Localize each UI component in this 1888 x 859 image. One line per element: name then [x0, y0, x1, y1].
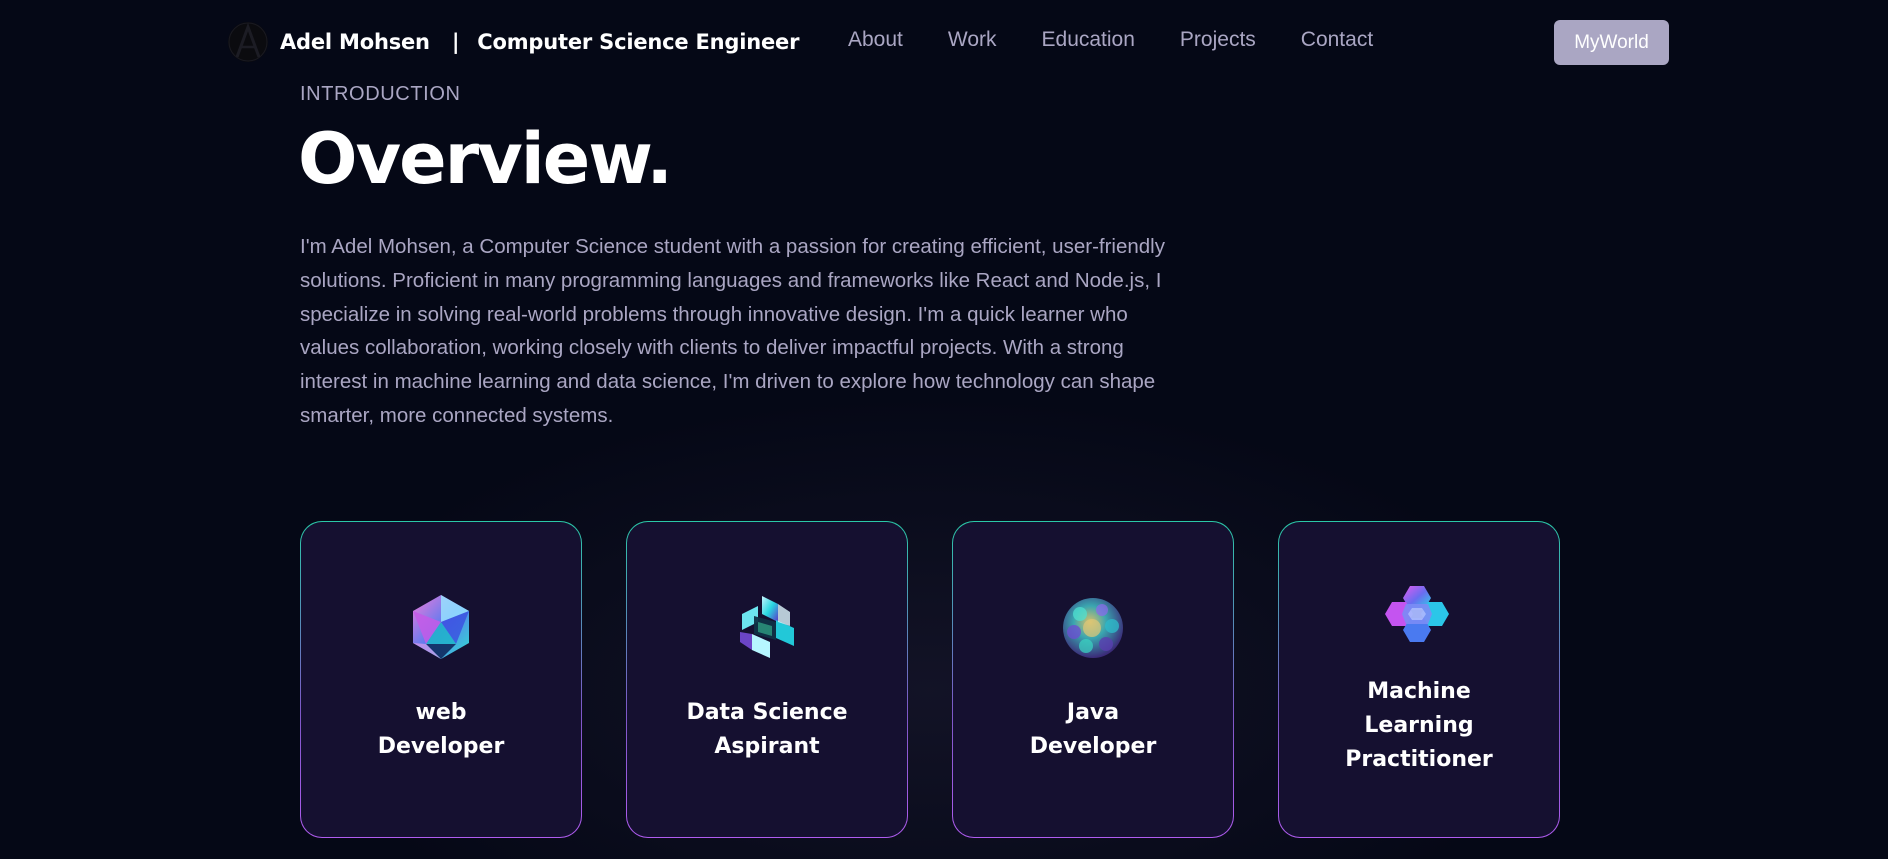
nav-link-education[interactable]: Education	[1042, 28, 1135, 52]
card-title: web Developer	[377, 700, 505, 759]
brand-name: Adel Mohsen	[280, 30, 430, 54]
service-card-data-science[interactable]: Data Science Aspirant	[626, 521, 908, 838]
service-card-java-developer[interactable]: Java Developer	[952, 521, 1234, 838]
card-body: Data Science Aspirant	[627, 522, 907, 837]
brand-link[interactable]: Adel Mohsen | Computer Science Engineer	[228, 22, 799, 62]
myworld-button[interactable]: MyWorld	[1554, 20, 1669, 65]
card-title: Data Science Aspirant	[686, 700, 848, 759]
card-body: web Developer	[301, 522, 581, 837]
portfolio-page: Adel Mohsen | Computer Science Engineer …	[0, 0, 1888, 859]
crystal-hexagon-cluster-icon	[1385, 586, 1449, 642]
letter-a-logo-icon	[228, 22, 268, 62]
brand-separator: |	[451, 30, 460, 54]
nav-link-contact[interactable]: Contact	[1301, 28, 1373, 52]
card-body: Machine Learning Practitioner	[1279, 522, 1559, 837]
crystal-cube-frame-icon	[740, 596, 794, 658]
navbar: Adel Mohsen | Computer Science Engineer …	[0, 0, 1888, 84]
service-card-machine-learning[interactable]: Machine Learning Practitioner	[1278, 521, 1560, 838]
nav-link-projects[interactable]: Projects	[1180, 28, 1256, 52]
card-title: Java Developer	[1029, 700, 1157, 759]
crystal-sphere-icon	[1063, 598, 1123, 658]
section-eyebrow: INTRODUCTION	[300, 83, 461, 105]
card-title: Machine Learning Practitioner	[1345, 679, 1493, 772]
brand-role: Computer Science Engineer	[477, 30, 800, 54]
card-body: Java Developer	[953, 522, 1233, 837]
nav-link-about[interactable]: About	[848, 28, 903, 52]
section-title: Overview.	[298, 118, 673, 200]
nav-link-work[interactable]: Work	[948, 28, 997, 52]
crystal-icosahedron-icon	[413, 595, 469, 659]
nav-links: About Work Education Projects Contact	[848, 28, 1373, 52]
service-card-web-developer[interactable]: web Developer	[300, 521, 582, 838]
overview-paragraph: I'm Adel Mohsen, a Computer Science stud…	[300, 235, 1165, 427]
